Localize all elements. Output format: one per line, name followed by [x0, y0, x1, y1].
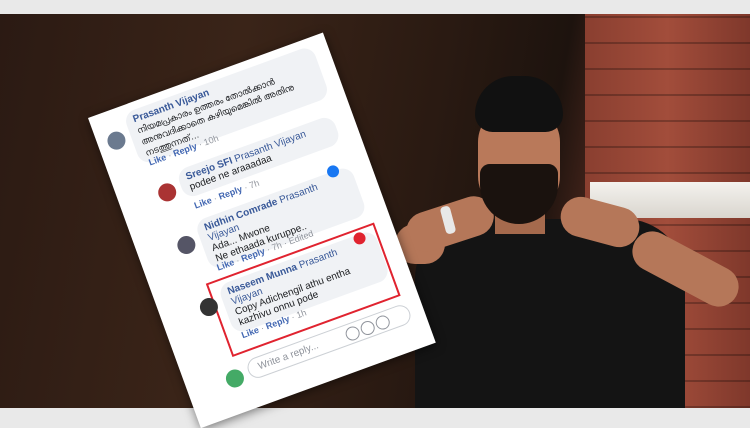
avatar [174, 233, 198, 257]
timestamp: 7h [247, 177, 261, 191]
person-hair [475, 76, 563, 132]
avatar [104, 129, 128, 153]
like-link[interactable]: Like [193, 195, 213, 211]
avatar [155, 180, 179, 204]
timestamp: 7h [270, 239, 284, 253]
avatar [223, 366, 247, 390]
